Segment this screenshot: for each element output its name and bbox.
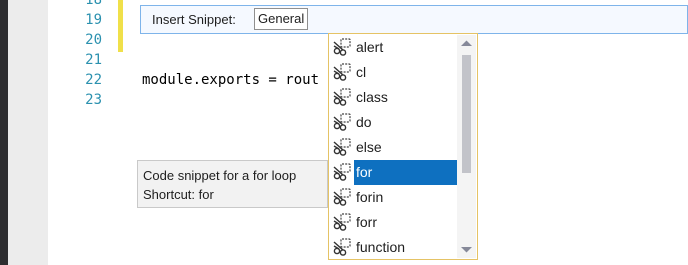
snippet-icon xyxy=(332,138,352,156)
snippet-icon xyxy=(332,188,352,206)
scroll-up-arrow-icon[interactable] xyxy=(457,35,476,52)
completion-item-label: else xyxy=(356,139,382,155)
tooltip-description: Code snippet for a for loop xyxy=(143,168,297,183)
change-indicator-bar xyxy=(118,0,123,52)
snippet-icon xyxy=(332,88,352,106)
snippet-icon xyxy=(332,238,352,256)
list-scrollbar[interactable] xyxy=(457,35,476,258)
line-number: 22 xyxy=(85,72,102,88)
line-number: 21 xyxy=(85,52,102,68)
snippet-icon xyxy=(332,113,352,131)
code-line[interactable]: module.exports = rout xyxy=(142,70,319,90)
completion-item-label: alert xyxy=(356,39,384,55)
completion-item[interactable]: do xyxy=(330,110,458,135)
completion-item-label: cl xyxy=(356,64,367,80)
completion-item-label: for xyxy=(354,160,458,185)
snippet-description-tooltip: Code snippet for a for loop Shortcut: fo… xyxy=(137,160,328,208)
insert-snippet-bar[interactable]: Insert Snippet: General xyxy=(140,5,688,34)
editor-gutter xyxy=(8,0,48,265)
completion-item-label: do xyxy=(356,114,372,130)
completion-item[interactable]: alert xyxy=(330,35,458,60)
snippet-label: Insert Snippet: xyxy=(152,12,236,27)
completion-item[interactable]: cl xyxy=(330,60,458,85)
completion-item-label: class xyxy=(356,89,388,105)
completion-item-label: function xyxy=(356,239,406,255)
completion-item[interactable]: forin xyxy=(330,185,458,210)
left-panel-strip xyxy=(0,0,8,265)
tooltip-shortcut: Shortcut: for xyxy=(143,187,214,202)
snippet-category-crumb[interactable]: General xyxy=(254,8,309,30)
completion-item[interactable]: forr xyxy=(330,210,458,235)
completion-item[interactable]: for xyxy=(330,160,458,185)
snippet-icon xyxy=(332,163,352,181)
line-number: 19 xyxy=(85,12,102,28)
snippet-completion-list[interactable]: alert cl class do else for forin forr function xyxy=(328,33,478,260)
line-number: 18 xyxy=(85,0,102,8)
completion-item-label: forin xyxy=(356,189,384,205)
completion-item-label: forr xyxy=(356,214,377,230)
line-number: 23 xyxy=(85,92,102,108)
snippet-icon xyxy=(332,63,352,81)
scroll-thumb[interactable] xyxy=(462,55,471,173)
completion-item[interactable]: function xyxy=(330,235,458,260)
completion-item[interactable]: class xyxy=(330,85,458,110)
completion-item[interactable]: else xyxy=(330,135,458,160)
snippet-icon xyxy=(332,213,352,231)
snippet-icon xyxy=(332,38,352,56)
scroll-down-arrow-icon[interactable] xyxy=(457,241,476,258)
line-number: 20 xyxy=(85,32,102,48)
